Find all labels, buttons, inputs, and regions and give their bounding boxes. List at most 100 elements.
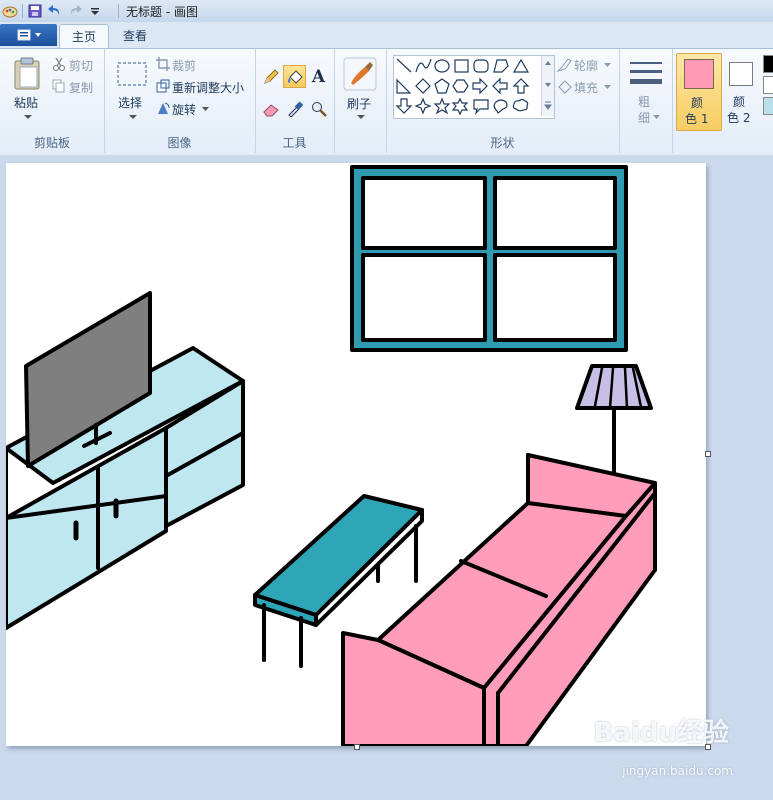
image-group: 选择 裁剪 重新调整大小 旋转 图像	[104, 49, 256, 153]
curve-shape-icon[interactable]	[415, 58, 432, 73]
title-separator	[118, 4, 119, 18]
quick-access-toolbar	[2, 2, 103, 20]
eyedropper-icon	[287, 100, 303, 117]
eraser-tool[interactable]	[259, 97, 282, 120]
chevron-down-icon	[357, 115, 365, 119]
selection-rectangle-icon	[117, 62, 147, 86]
oval-shape-icon[interactable]	[434, 59, 450, 73]
brushes-button[interactable]: 刷子	[340, 55, 380, 127]
color1-swatch	[684, 59, 714, 89]
gallery-scroll-arrows-icon	[544, 61, 552, 110]
pentagon-shape-icon[interactable]	[434, 78, 450, 94]
rounded-rectangle-shape-icon[interactable]	[473, 59, 489, 73]
magnifier-icon	[311, 101, 327, 117]
color-picker-tool[interactable]	[283, 97, 306, 120]
chevron-down-icon	[129, 115, 137, 119]
left-arrow-shape-icon[interactable]	[492, 77, 508, 95]
select-label: 选择	[118, 96, 143, 110]
copy-label: 复制	[69, 81, 94, 95]
size-button[interactable]: 粗 细	[627, 55, 665, 135]
redo-icon[interactable]	[67, 3, 83, 19]
crop-icon	[156, 57, 170, 71]
size-label-line1: 粗	[638, 95, 651, 109]
brushes-label: 刷子	[347, 97, 372, 111]
magnifier-tool[interactable]	[307, 97, 330, 120]
five-point-star-shape-icon[interactable]	[433, 97, 451, 115]
diamond-shape-icon[interactable]	[415, 78, 431, 94]
color2-label-line1: 颜	[733, 95, 746, 109]
text-a-icon: A	[311, 66, 326, 87]
palette-color-light-cyan[interactable]	[763, 97, 773, 115]
shapes-gallery-scrollbar[interactable]	[541, 56, 554, 116]
ribbon-tab-row: 主页 查看	[0, 22, 773, 49]
chevron-down-icon	[604, 63, 611, 67]
canvas-resize-handle-bottom[interactable]	[354, 744, 360, 750]
living-room-drawing	[6, 165, 657, 746]
rectangle-shape-icon[interactable]	[454, 59, 469, 73]
fill-tool[interactable]	[283, 65, 306, 88]
paint-bucket-icon	[287, 69, 303, 84]
resize-icon	[156, 79, 170, 93]
cut-label: 剪切	[69, 59, 94, 73]
fill-label: 填充	[574, 81, 599, 95]
cloud-callout-shape-icon[interactable]	[512, 98, 529, 112]
color1-label-line1: 颜	[691, 96, 704, 110]
scissors-icon	[53, 57, 65, 71]
rectangular-callout-shape-icon[interactable]	[473, 99, 489, 115]
eraser-icon	[262, 103, 279, 116]
text-tool[interactable]: A	[307, 65, 330, 88]
window	[350, 165, 628, 352]
palette-color-white[interactable]	[763, 76, 773, 94]
right-triangle-shape-icon[interactable]	[396, 78, 412, 94]
paste-button[interactable]: 粘贴	[8, 55, 44, 125]
customize-qat-icon[interactable]	[87, 3, 103, 19]
tools-group-label: 工具	[282, 136, 307, 150]
save-icon[interactable]	[27, 3, 43, 19]
triangle-shape-icon[interactable]	[512, 58, 530, 73]
chevron-down-icon	[24, 115, 32, 119]
chevron-down-icon	[604, 85, 611, 89]
paint-app-icon[interactable]	[2, 3, 18, 19]
pencil-icon	[263, 68, 279, 84]
shapes-gallery-icons	[395, 58, 530, 116]
color2-button[interactable]: 颜 色 2	[723, 53, 761, 129]
brushes-group: 刷子	[334, 49, 387, 153]
clipboard-group: 粘贴 剪切 复制 剪贴板	[0, 49, 105, 153]
six-point-star-shape-icon[interactable]	[451, 97, 469, 116]
polygon-shape-icon[interactable]	[493, 59, 509, 73]
undo-icon[interactable]	[47, 3, 63, 19]
down-arrow-shape-icon[interactable]	[395, 98, 413, 114]
select-button[interactable]: 选择	[112, 55, 152, 125]
title-bar: 无标题 - 画图	[0, 0, 773, 23]
drawing-canvas[interactable]	[6, 163, 706, 746]
shapes-gallery	[393, 55, 555, 119]
brush-icon	[343, 57, 377, 91]
line-width-icon	[630, 62, 662, 84]
shapes-group-label: 形状	[490, 136, 515, 150]
tab-home[interactable]: 主页	[59, 24, 110, 49]
floor-lamp	[575, 364, 653, 478]
paint-menu-button[interactable]	[0, 24, 57, 46]
hexagon-shape-icon[interactable]	[452, 79, 469, 93]
watermark-url: jingyan.baidu.com	[622, 764, 733, 778]
tab-view[interactable]: 查看	[111, 24, 159, 48]
pencil-tool[interactable]	[259, 65, 282, 88]
chevron-down-icon	[202, 107, 209, 111]
paste-label: 粘贴	[14, 96, 39, 110]
crop-label: 裁剪	[172, 59, 197, 73]
copy-icon	[52, 79, 65, 93]
color2-label-line2: 色 2	[727, 111, 751, 125]
line-shape-icon[interactable]	[396, 58, 412, 73]
right-arrow-shape-icon[interactable]	[472, 77, 488, 95]
clipboard-group-label: 剪贴板	[33, 136, 70, 150]
canvas-resize-handle-right[interactable]	[705, 451, 711, 457]
resize-label: 重新调整大小	[172, 81, 245, 95]
tools-group: A 工具	[255, 49, 335, 153]
up-arrow-shape-icon[interactable]	[512, 78, 530, 94]
rotate-label: 旋转	[172, 103, 197, 117]
color1-button[interactable]: 颜 色 1	[676, 53, 722, 131]
size-group: 粗 细	[619, 49, 673, 153]
oval-callout-shape-icon[interactable]	[493, 99, 508, 114]
palette-color-black[interactable]	[763, 55, 773, 73]
four-point-star-shape-icon[interactable]	[414, 97, 432, 115]
